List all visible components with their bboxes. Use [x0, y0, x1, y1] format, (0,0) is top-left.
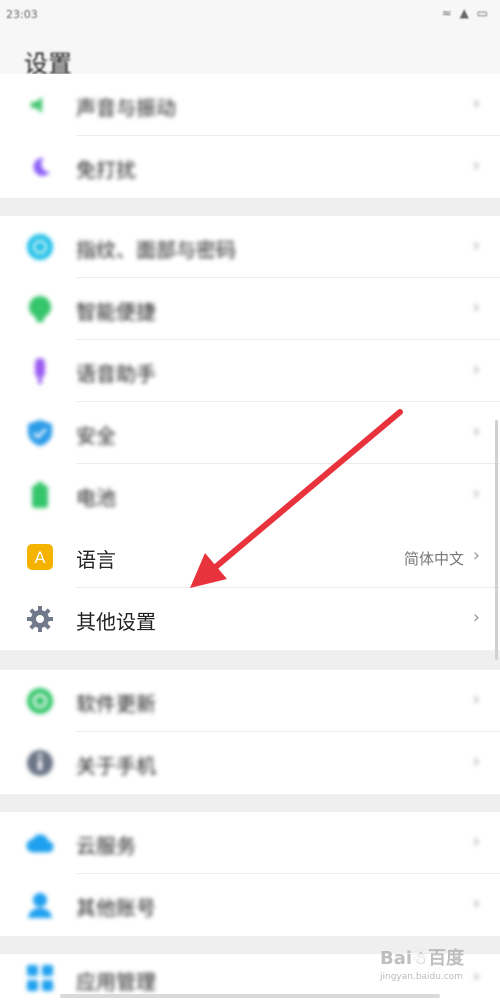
update-icon: [26, 687, 54, 715]
settings-item-security[interactable]: 安全 ›: [0, 402, 500, 464]
apps-icon: [26, 964, 54, 992]
smart-icon: [26, 295, 54, 323]
settings-item-label: 其他账号: [76, 896, 156, 920]
settings-item-label: 免打扰: [76, 158, 136, 182]
settings-item-label: 电池: [76, 486, 116, 510]
chevron-right-icon: ›: [472, 359, 480, 380]
settings-item-label: 其他设置: [76, 610, 156, 634]
settings-item-label: 云服务: [76, 834, 136, 858]
settings-item-label: 应用管理: [76, 970, 156, 994]
chevron-right-icon: ›: [472, 751, 480, 772]
chevron-right-icon: ›: [472, 483, 480, 504]
chevron-right-icon: ›: [472, 966, 480, 987]
settings-item-label: 智能便捷: [76, 300, 156, 324]
moon-icon: [26, 153, 54, 181]
settings-item-other-settings[interactable]: 其他设置 ›: [0, 588, 500, 650]
settings-item-label: 声音与振动: [76, 96, 176, 120]
chevron-right-icon: ›: [472, 297, 480, 318]
settings-item-language[interactable]: A 语言 简体中文 ›: [0, 526, 500, 588]
settings-item-label: 语音助手: [76, 362, 156, 386]
battery-icon: [26, 481, 54, 509]
status-bar: 23:03 ≈ ▲ ▭: [0, 0, 500, 30]
status-time: 23:03: [6, 8, 38, 21]
settings-item-other-accounts[interactable]: 其他账号 ›: [0, 874, 500, 936]
settings-item-sound[interactable]: 声音与振动 ›: [0, 74, 500, 136]
settings-item-fingerprint[interactable]: 指纹、面部与密码 ›: [0, 216, 500, 278]
chevron-right-icon: ›: [472, 607, 480, 628]
settings-item-smart[interactable]: 智能便捷 ›: [0, 278, 500, 340]
settings-item-dnd[interactable]: 免打扰 ›: [0, 136, 500, 198]
chevron-right-icon: ›: [472, 893, 480, 914]
settings-item-label: 指纹、面部与密码: [76, 238, 236, 262]
chevron-right-icon: ›: [472, 421, 480, 442]
chevron-right-icon: ›: [472, 831, 480, 852]
scrollbar[interactable]: [495, 420, 498, 660]
settings-item-cloud[interactable]: 云服务 ›: [0, 812, 500, 874]
gear-icon: [26, 605, 54, 633]
language-icon: A: [26, 543, 54, 571]
cloud-icon: [26, 829, 54, 857]
microphone-icon: [26, 357, 54, 385]
settings-item-label: 软件更新: [76, 692, 156, 716]
chevron-right-icon: ›: [472, 545, 480, 566]
watermark-url: jingyan.baidu.com: [380, 972, 464, 982]
settings-group-accounts: 云服务 › 其他账号 ›: [0, 812, 500, 936]
settings-group-security: 指纹、面部与密码 › 智能便捷 › 语音助手 › 安全 › 电池 › A 语言 …: [0, 216, 500, 650]
fingerprint-icon: [26, 233, 54, 261]
person-icon: [26, 891, 54, 919]
language-value: 简体中文: [403, 550, 464, 568]
svg-text:A: A: [35, 548, 46, 567]
chevron-right-icon: ›: [472, 93, 480, 114]
chevron-right-icon: ›: [472, 235, 480, 256]
chevron-right-icon: ›: [472, 689, 480, 710]
settings-item-label: 语言: [76, 548, 116, 572]
settings-item-label: 安全: [76, 424, 116, 448]
settings-item-about-phone[interactable]: 关于手机 ›: [0, 732, 500, 794]
shield-icon: [26, 419, 54, 447]
home-indicator[interactable]: [60, 994, 440, 998]
settings-group-system: 软件更新 › 关于手机 ›: [0, 670, 500, 794]
speaker-icon: [26, 91, 54, 119]
settings-item-software-update[interactable]: 软件更新 ›: [0, 670, 500, 732]
info-icon: [26, 749, 54, 777]
settings-item-battery[interactable]: 电池 ›: [0, 464, 500, 526]
chevron-right-icon: ›: [472, 155, 480, 176]
status-icons: ≈ ▲ ▭: [441, 6, 490, 20]
settings-item-label: 关于手机: [76, 754, 156, 778]
settings-group-sound: 声音与振动 › 免打扰 ›: [0, 74, 500, 198]
watermark-logo: Bai☃百度: [380, 948, 465, 969]
settings-item-voice-assistant[interactable]: 语音助手 ›: [0, 340, 500, 402]
